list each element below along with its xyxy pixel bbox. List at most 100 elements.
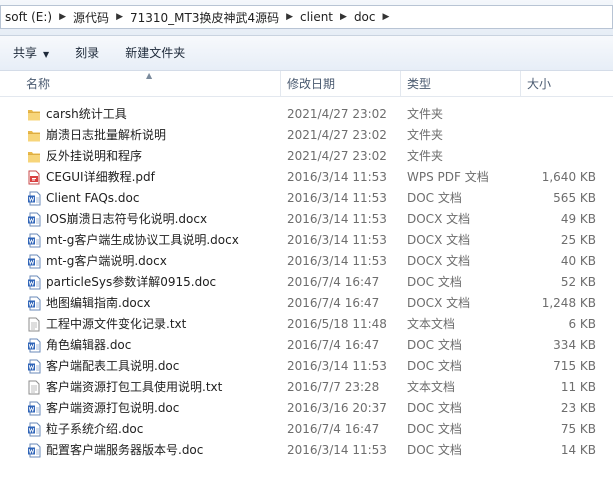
file-row[interactable]: IOS崩溃日志符号化说明.docx 2016/3/14 11:53 DOCX 文档 4… — [0, 209, 613, 230]
file-size: 25 KB — [560, 233, 596, 247]
chevron-down-icon: ▼ — [43, 50, 50, 59]
file-size: 565 KB — [553, 191, 596, 205]
word-doc-icon — [27, 422, 41, 437]
pdf-icon — [27, 170, 41, 185]
column-name[interactable]: 名称 — [20, 71, 281, 96]
word-doc-icon — [27, 401, 41, 416]
file-date: 2016/3/14 11:53 — [287, 254, 387, 268]
file-row[interactable]: 地图编辑指南.docx 2016/7/4 16:47 DOCX 文档 1,248 KB — [0, 293, 613, 314]
file-date: 2016/3/14 11:53 — [287, 359, 387, 373]
folder-icon — [27, 149, 41, 164]
file-type: DOCX 文档 — [407, 296, 471, 310]
file-type: DOCX 文档 — [407, 254, 471, 268]
text-file-icon — [27, 380, 41, 395]
file-date: 2021/4/27 23:02 — [287, 128, 387, 142]
file-name: 角色编辑器.doc — [46, 338, 132, 352]
file-row[interactable]: 客户端资源打包说明.doc 2016/3/16 20:37 DOC 文档 23 KB — [0, 398, 613, 419]
file-row[interactable]: mt-g客户端生成协议工具说明.docx 2016/3/14 11:53 DOCX … — [0, 230, 613, 251]
file-name: 地图编辑指南.docx — [46, 296, 151, 310]
file-row[interactable]: particleSys参数详解0915.doc 2016/7/4 16:47 DOC… — [0, 272, 613, 293]
breadcrumb-separator-icon[interactable]: ▶ — [113, 12, 126, 22]
file-date: 2016/3/14 11:53 — [287, 170, 387, 184]
file-name: 粒子系统介绍.doc — [46, 422, 144, 436]
file-row[interactable]: 粒子系统介绍.doc 2016/7/4 16:47 DOC 文档 75 KB — [0, 419, 613, 440]
column-date[interactable]: 修改日期 — [281, 71, 401, 96]
file-row[interactable]: 反外挂说明和程序 2021/4/27 23:02 文件夹 — [0, 146, 613, 167]
file-size: 715 KB — [553, 359, 596, 373]
word-doc-icon — [27, 191, 41, 206]
burn-button[interactable]: 刻录 — [62, 40, 112, 66]
word-doc-icon — [27, 254, 41, 269]
file-row[interactable]: Client FAQs.doc 2016/3/14 11:53 DOC 文档 565 … — [0, 188, 613, 209]
breadcrumb-separator-icon[interactable]: ▶ — [337, 12, 350, 22]
file-name: IOS崩溃日志符号化说明.docx — [46, 212, 208, 226]
share-label: 共享 — [13, 46, 38, 60]
breadcrumb-separator-icon[interactable]: ▶ — [56, 12, 69, 22]
file-date: 2016/7/4 16:47 — [287, 296, 380, 310]
column-type[interactable]: 类型 — [401, 71, 521, 96]
file-row[interactable]: 工程中源文件变化记录.txt 2016/5/18 11:48 文本文档 6 KB — [0, 314, 613, 335]
file-type: DOC 文档 — [407, 422, 462, 436]
file-type: DOC 文档 — [407, 275, 462, 289]
word-doc-icon — [27, 359, 41, 374]
file-type: 文本文档 — [407, 380, 456, 394]
word-doc-icon — [27, 212, 41, 227]
word-doc-icon — [27, 338, 41, 353]
file-row[interactable]: 配置客户端服务器版本号.doc 2016/3/14 11:53 DOC 文档 14 K… — [0, 440, 613, 461]
file-name: 客户端资源打包工具使用说明.txt — [46, 380, 223, 394]
breadcrumb-doc[interactable]: doc — [350, 10, 380, 24]
file-name: mt-g客户端生成协议工具说明.docx — [46, 233, 239, 247]
folder-icon — [27, 128, 41, 143]
file-size: 334 KB — [553, 338, 596, 352]
file-type: 文件夹 — [407, 128, 444, 142]
file-size: 52 KB — [560, 275, 596, 289]
address-bar-area: soft (E:) ▶ 源代码 ▶ 71310_MT3换皮神武4源码 ▶ cli… — [0, 0, 613, 36]
word-doc-icon — [27, 233, 41, 248]
command-bar: 共享 ▼ 刻录 新建文件夹 — [0, 36, 613, 71]
file-row[interactable]: 角色编辑器.doc 2016/7/4 16:47 DOC 文档 334 KB — [0, 335, 613, 356]
file-date: 2016/7/4 16:47 — [287, 422, 380, 436]
breadcrumb-drive[interactable]: soft (E:) — [1, 10, 56, 24]
file-name: carsh统计工具 — [46, 107, 127, 121]
file-row[interactable]: mt-g客户端说明.docx 2016/3/14 11:53 DOCX 文档 40 K… — [0, 251, 613, 272]
file-type: DOC 文档 — [407, 443, 462, 457]
breadcrumb-separator-icon[interactable]: ▶ — [380, 12, 393, 22]
file-type: 文件夹 — [407, 107, 444, 121]
file-size: 75 KB — [560, 422, 596, 436]
word-doc-icon — [27, 296, 41, 311]
file-date: 2021/4/27 23:02 — [287, 107, 387, 121]
file-type: DOC 文档 — [407, 191, 462, 205]
breadcrumb-separator-icon[interactable]: ▶ — [283, 12, 296, 22]
file-type: 文本文档 — [407, 317, 456, 331]
file-date: 2016/3/14 11:53 — [287, 443, 387, 457]
breadcrumb-client[interactable]: client — [296, 10, 337, 24]
file-size: 23 KB — [560, 401, 596, 415]
file-date: 2016/7/7 23:28 — [287, 380, 380, 394]
column-header: ▲ 名称 修改日期 类型 大小 — [0, 71, 613, 97]
file-row[interactable]: 崩溃日志批量解析说明 2021/4/27 23:02 文件夹 — [0, 125, 613, 146]
file-date: 2016/3/14 11:53 — [287, 191, 387, 205]
file-type: WPS PDF 文档 — [407, 170, 489, 184]
address-bar[interactable]: soft (E:) ▶ 源代码 ▶ 71310_MT3换皮神武4源码 ▶ cli… — [0, 5, 613, 29]
share-button[interactable]: 共享 ▼ — [0, 40, 62, 66]
file-list: carsh统计工具 2021/4/27 23:02 文件夹 崩溃日志批量解析说明 202… — [0, 104, 613, 461]
file-date: 2016/3/14 11:53 — [287, 233, 387, 247]
breadcrumb-project[interactable]: 71310_MT3换皮神武4源码 — [126, 9, 283, 26]
file-type: DOCX 文档 — [407, 212, 471, 226]
file-row[interactable]: 客户端资源打包工具使用说明.txt 2016/7/7 23:28 文本文档 11 KB — [0, 377, 613, 398]
word-doc-icon — [27, 443, 41, 458]
file-row[interactable]: carsh统计工具 2021/4/27 23:02 文件夹 — [0, 104, 613, 125]
new-folder-button[interactable]: 新建文件夹 — [112, 40, 198, 66]
file-date: 2021/4/27 23:02 — [287, 149, 387, 163]
column-size[interactable]: 大小 — [521, 71, 613, 96]
file-row[interactable]: CEGUI详细教程.pdf 2016/3/14 11:53 WPS PDF 文档 1,… — [0, 167, 613, 188]
file-name: 反外挂说明和程序 — [46, 149, 143, 163]
file-name: CEGUI详细教程.pdf — [46, 170, 155, 184]
file-type: DOC 文档 — [407, 401, 462, 415]
file-type: DOC 文档 — [407, 359, 462, 373]
file-row[interactable]: 客户端配表工具说明.doc 2016/3/14 11:53 DOC 文档 715 KB — [0, 356, 613, 377]
file-type: DOC 文档 — [407, 338, 462, 352]
file-type: DOCX 文档 — [407, 233, 471, 247]
breadcrumb-source[interactable]: 源代码 — [69, 9, 113, 26]
file-type: 文件夹 — [407, 149, 444, 163]
